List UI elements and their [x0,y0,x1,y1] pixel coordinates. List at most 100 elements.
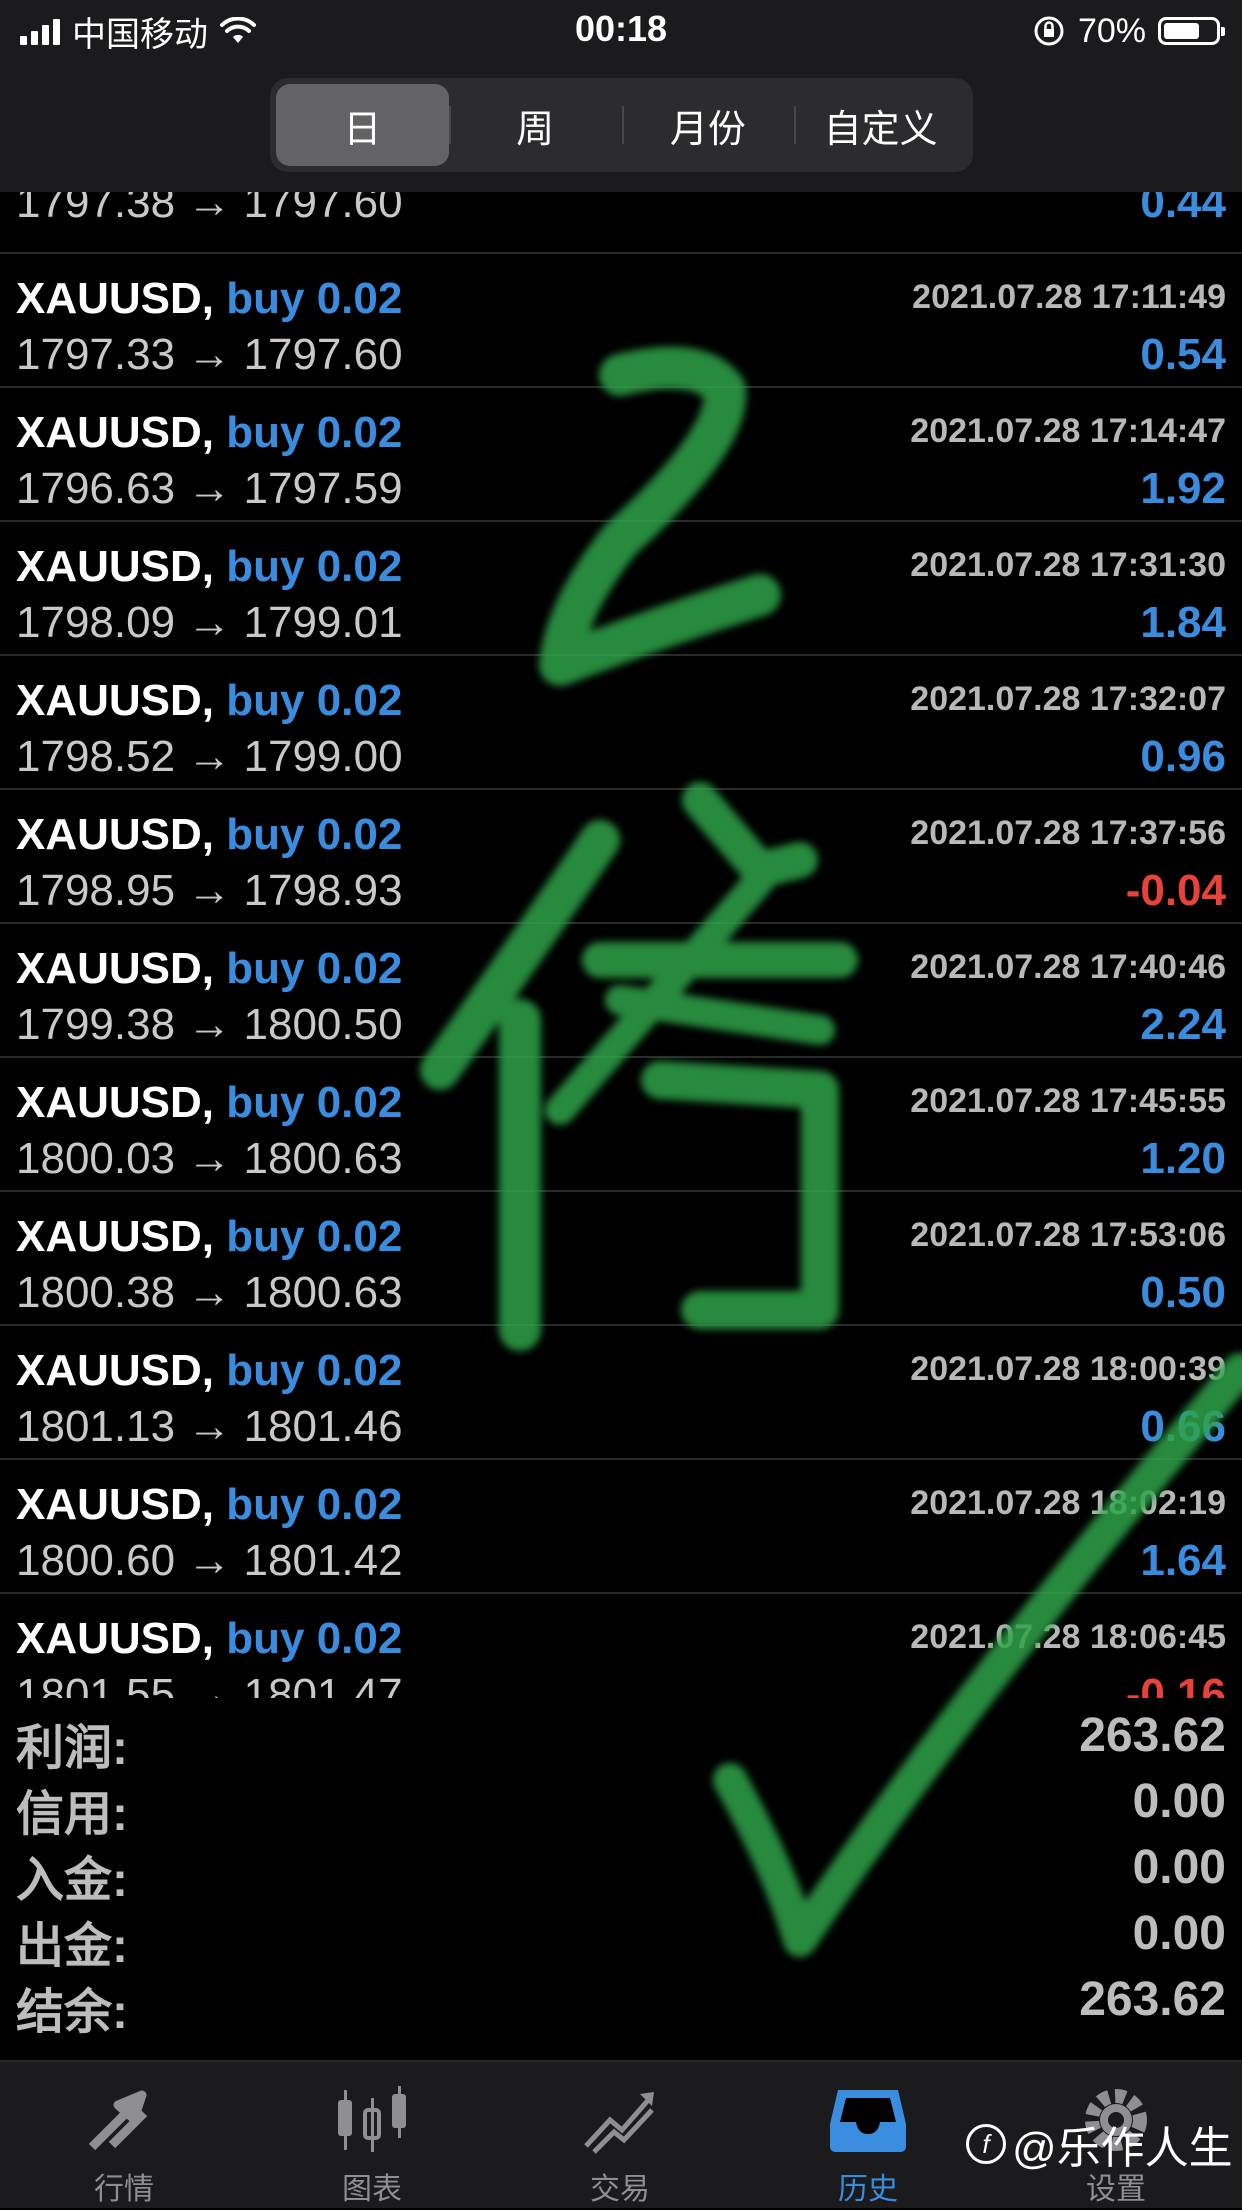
symbol-name: XAUUSD, [16,810,215,859]
tab-history[interactable]: 历史 [744,2062,992,2210]
symbol-name: XAUUSD, [16,1212,215,1261]
deal-side-volume: buy 0.02 [226,542,403,591]
deal-time: 2021.07.28 17:37:56 [910,814,1226,852]
deal-side-volume: buy 0.02 [226,676,403,725]
deal-prices: 1798.95 → 1798.93 [16,866,403,915]
deal-side-volume: buy 0.02 [226,274,403,323]
trade-row[interactable]: XAUUSD, buy 0.02 2021.07.28 17:14:47 1796.… [0,388,1242,522]
tab-custom[interactable]: 自定义 [794,84,967,166]
tab-week[interactable]: 周 [448,84,622,166]
deal-time: 2021.07.28 17:31:30 [910,546,1226,584]
summary-value: 263.62 [1079,1973,1226,2026]
summary-value: 0.00 [1132,1907,1226,1960]
deal-time: 2021.07.28 18:06:45 [910,1618,1226,1656]
trade-history-list[interactable]: 1797.38 → 1797.60 0.44 XAUUSD, buy 0.02 2… [0,192,1242,1698]
deal-symbol: XAUUSD, buy 0.02 [16,1078,402,1128]
watermark-logo-icon: f [966,2124,1006,2164]
summary-label: 结余: [16,1986,128,2039]
deal-profit: 0.44 [1140,192,1226,227]
tab-quotes[interactable]: 行情 [0,2062,248,2210]
deal-symbol: XAUUSD, buy 0.02 [16,1212,402,1262]
deal-prices: 1798.52 → 1799.00 [16,732,403,781]
summary-value: 0.00 [1132,1841,1226,1894]
quotes-icon [84,2080,164,2160]
symbol-name: XAUUSD, [16,1078,215,1127]
tab-month[interactable]: 月份 [621,84,795,166]
partial-row[interactable]: 1797.38 → 1797.60 0.44 [0,192,1242,254]
trade-row[interactable]: XAUUSD, buy 0.02 2021.07.28 18:02:19 1800.… [0,1460,1242,1594]
summary-row: 结余: 263.62 [0,1962,1242,2039]
trade-row[interactable]: XAUUSD, buy 0.02 2021.07.28 18:06:45 1801.… [0,1594,1242,1698]
watermark: f @乐作人生 [966,2112,1233,2176]
trade-row[interactable]: XAUUSD, buy 0.02 2021.07.28 17:45:55 1800.… [0,1058,1242,1192]
tab-day[interactable]: 日 [276,84,449,166]
deal-prices: 1801.13 → 1801.46 [16,1402,403,1451]
deal-profit: 0.66 [1140,1402,1226,1451]
symbol-name: XAUUSD, [16,274,215,323]
deal-time: 2021.07.28 17:11:49 [912,278,1226,316]
deal-prices: 1796.63 → 1797.59 [16,464,403,513]
deal-profit: -0.16 [1125,1670,1226,1698]
deal-side-volume: buy 0.02 [226,1078,403,1127]
deal-profit: 1.84 [1140,598,1226,647]
tab-trade[interactable]: 交易 [496,2062,744,2210]
deal-symbol: XAUUSD, buy 0.02 [16,408,402,458]
tab-label: 行情 [94,2173,154,2206]
deal-time: 2021.07.28 17:53:06 [910,1216,1226,1254]
watermark-text: @乐作人生 [1012,2124,1233,2173]
trade-row[interactable]: XAUUSD, buy 0.02 2021.07.28 17:53:06 1800.… [0,1192,1242,1326]
trade-row[interactable]: XAUUSD, buy 0.02 2021.07.28 17:31:30 1798.… [0,522,1242,656]
deal-prices: 1797.33 → 1797.60 [16,330,403,379]
deal-side-volume: buy 0.02 [226,1346,403,1395]
deal-prices: 1801.55 → 1801.47 [16,1670,403,1698]
deal-profit: 1.64 [1140,1536,1226,1585]
deal-profit: 1.20 [1140,1134,1226,1183]
tab-chart[interactable]: 图表 [248,2062,496,2210]
trade-row[interactable]: XAUUSD, buy 0.02 2021.07.28 17:32:07 1798.… [0,656,1242,790]
symbol-name: XAUUSD, [16,1614,215,1663]
summary-row: 出金: 0.00 [0,1896,1242,1973]
deal-symbol: XAUUSD, buy 0.02 [16,542,402,592]
account-summary: 利润: 263.62 信用: 0.00 入金: 0.00 出金: 0.00 结余: 263.62 [0,1698,1242,2039]
deal-profit: 2.24 [1140,1000,1226,1049]
deal-symbol: XAUUSD, buy 0.02 [16,1346,402,1396]
deal-side-volume: buy 0.02 [226,944,403,993]
trade-row[interactable]: XAUUSD, buy 0.02 2021.07.28 17:11:49 1797.… [0,254,1242,388]
trade-row[interactable]: XAUUSD, buy 0.02 2021.07.28 17:40:46 1799.… [0,924,1242,1058]
deal-prices: 1800.38 → 1800.63 [16,1268,403,1317]
symbol-name: XAUUSD, [16,1346,215,1395]
status-bar: 中国移动 00:18 70% [0,0,1242,62]
battery-icon [1158,17,1225,45]
deal-side-volume: buy 0.02 [226,408,403,457]
deal-side-volume: buy 0.02 [226,1614,403,1663]
deal-profit: 0.54 [1140,330,1226,379]
status-right: 70% [1032,8,1225,54]
deal-symbol: XAUUSD, buy 0.02 [16,1480,402,1530]
deal-time: 2021.07.28 17:32:07 [910,680,1226,718]
symbol-name: XAUUSD, [16,676,215,725]
deal-prices: 1799.38 → 1800.50 [16,1000,403,1049]
deal-profit: -0.04 [1125,866,1226,915]
deal-prices: 1798.09 → 1799.01 [16,598,403,647]
trade-icon [580,2080,660,2160]
tab-label: 交易 [590,2173,650,2206]
tab-label: 图表 [342,2173,402,2206]
deal-prices: 1800.03 → 1800.63 [16,1134,403,1183]
orientation-lock-icon [1034,16,1064,46]
period-segmented-control: 日 周 月份 自定义 [270,78,973,172]
deal-profit: 1.92 [1140,464,1226,513]
summary-row: 信用: 0.00 [0,1764,1242,1841]
tab-label: 历史 [838,2173,898,2206]
symbol-name: XAUUSD, [16,1480,215,1529]
trade-row[interactable]: XAUUSD, buy 0.02 2021.07.28 18:00:39 1801.… [0,1326,1242,1460]
deal-time: 2021.07.28 17:14:47 [910,412,1226,450]
history-icon [828,2080,908,2160]
deal-prices: 1800.60 → 1801.42 [16,1536,403,1585]
deal-symbol: XAUUSD, buy 0.02 [16,676,402,726]
summary-row: 利润: 263.62 [0,1698,1242,1775]
deal-time: 2021.07.28 17:40:46 [910,948,1226,986]
deal-symbol: XAUUSD, buy 0.02 [16,810,402,860]
summary-value: 0.00 [1132,1775,1226,1828]
trade-row[interactable]: XAUUSD, buy 0.02 2021.07.28 17:37:56 1798.… [0,790,1242,924]
deal-profit: 0.50 [1140,1268,1226,1317]
